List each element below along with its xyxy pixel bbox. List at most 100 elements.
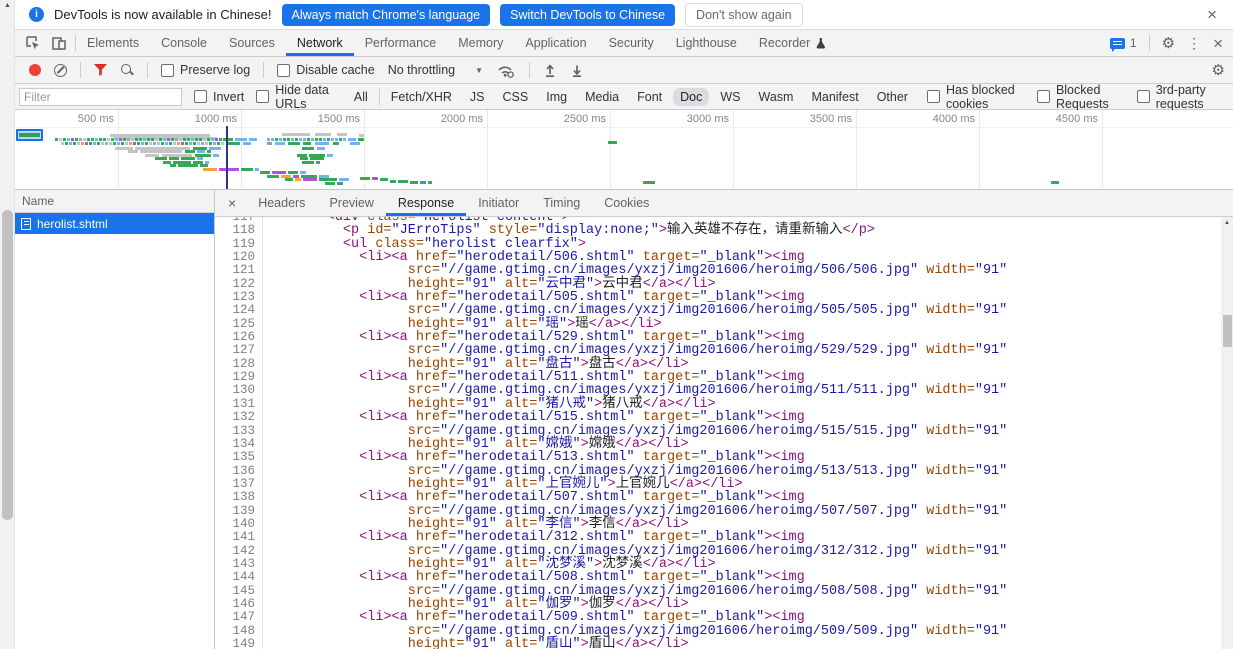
network-conditions-icon[interactable] — [496, 62, 516, 78]
detail-tab-initiator[interactable]: Initiator — [466, 190, 531, 216]
hide-data-urls-label: Hide data URLs — [275, 83, 335, 111]
checkbox[interactable] — [277, 64, 290, 77]
detail-close-icon[interactable]: × — [215, 190, 246, 216]
detail-tab-cookies[interactable]: Cookies — [592, 190, 661, 216]
kebab-menu-icon[interactable]: ⋮ — [1187, 36, 1201, 50]
waterfall-bar — [217, 142, 220, 145]
detail-tab-headers[interactable]: Headers — [246, 190, 317, 216]
filter-type-wasm[interactable]: Wasm — [752, 88, 801, 106]
waterfall-bar — [197, 157, 203, 160]
tab-lighthouse[interactable]: Lighthouse — [665, 30, 748, 56]
waterfall-bar — [147, 138, 150, 141]
name-column-header[interactable]: Name — [15, 190, 214, 213]
disable-cache-checkbox[interactable]: Disable cache — [277, 63, 375, 77]
checkbox[interactable] — [194, 90, 207, 103]
filter-type-other[interactable]: Other — [870, 88, 915, 106]
import-har-icon[interactable] — [543, 63, 557, 78]
scroll-up-arrow-icon[interactable]: ▲ — [0, 2, 15, 9]
search-icon[interactable] — [120, 63, 134, 77]
devtools-window: ▲ i DevTools is now available in Chinese… — [0, 0, 1233, 649]
preserve-log-checkbox[interactable]: Preserve log — [161, 63, 250, 77]
filter-type-manifest[interactable]: Manifest — [804, 88, 865, 106]
checkbox[interactable] — [256, 90, 269, 103]
tab-recorder[interactable]: Recorder — [748, 30, 836, 56]
throttling-dropdown[interactable]: No throttling ▼ — [388, 63, 483, 77]
checkbox[interactable] — [927, 90, 940, 103]
filter-type-font[interactable]: Font — [630, 88, 669, 106]
waterfall-bar — [75, 138, 78, 141]
waterfall-bar — [337, 182, 343, 185]
filter-input[interactable] — [19, 88, 182, 106]
waterfall-bar — [193, 142, 196, 145]
hide-data-urls-checkbox[interactable]: Hide data URLs — [256, 83, 335, 111]
tab-application[interactable]: Application — [514, 30, 597, 56]
filter-type-ws[interactable]: WS — [713, 88, 747, 106]
inspect-element-icon[interactable] — [25, 35, 41, 51]
response-scrollbar[interactable]: ▲ — [1221, 217, 1233, 649]
filter-type-img[interactable]: Img — [539, 88, 574, 106]
waterfall-bar — [73, 142, 76, 145]
switch-to-chinese-button[interactable]: Switch DevTools to Chinese — [500, 4, 675, 26]
load-event-line — [226, 126, 228, 189]
dont-show-again-button[interactable]: Don't show again — [685, 3, 803, 27]
waterfall-bar — [287, 138, 290, 141]
waterfall-bar — [123, 138, 126, 141]
filter-funnel-icon[interactable] — [94, 64, 107, 76]
divider — [529, 62, 530, 78]
filter-type-all[interactable]: All — [347, 88, 375, 106]
tab-console[interactable]: Console — [150, 30, 218, 56]
issues-counter[interactable]: 1 — [1110, 36, 1137, 50]
settings-gear-icon[interactable]: ⚙ — [1162, 36, 1175, 51]
page-scrollbar[interactable]: ▲ — [0, 0, 15, 649]
waterfall-bar — [310, 157, 324, 160]
export-har-icon[interactable] — [570, 63, 584, 78]
document-icon — [21, 218, 31, 230]
always-match-language-button[interactable]: Always match Chrome's language — [282, 4, 491, 26]
waterfall-bar — [339, 178, 349, 181]
clear-icon[interactable] — [54, 64, 67, 77]
line-number-gutter: 1171181191201211221231241251261271281291… — [215, 217, 263, 649]
checkbox[interactable] — [1037, 90, 1050, 103]
filter-type-doc[interactable]: Doc — [673, 88, 709, 106]
infobar-close-icon[interactable]: × — [1201, 5, 1223, 25]
response-scrollbar-thumb[interactable] — [1223, 315, 1232, 347]
checkbox[interactable] — [161, 64, 174, 77]
waterfall-bar — [316, 161, 320, 164]
waterfall-bar — [410, 181, 418, 184]
has-blocked-cookies-checkbox[interactable]: Has blocked cookies — [927, 83, 1025, 111]
waterfall-bar — [209, 147, 221, 150]
checkbox[interactable] — [1137, 90, 1150, 103]
waterfall-bar — [117, 142, 120, 145]
throttling-value: No throttling — [388, 63, 455, 77]
record-button[interactable] — [29, 64, 41, 76]
blocked-requests-checkbox[interactable]: Blocked Requests — [1037, 83, 1125, 111]
waterfall-bar — [205, 142, 208, 145]
page-scrollbar-thumb[interactable] — [2, 210, 13, 520]
detail-tab-preview[interactable]: Preview — [317, 190, 385, 216]
filter-type-fetch-xhr[interactable]: Fetch/XHR — [384, 88, 459, 106]
waterfall-bar — [173, 142, 176, 145]
detail-tab-timing[interactable]: Timing — [531, 190, 592, 216]
detail-tab-response[interactable]: Response — [386, 190, 466, 216]
invert-checkbox[interactable]: Invert — [194, 90, 244, 104]
filter-type-media[interactable]: Media — [578, 88, 626, 106]
waterfall-bar — [149, 142, 152, 145]
tab-elements[interactable]: Elements — [76, 30, 150, 56]
request-row-herolist.shtml[interactable]: herolist.shtml — [15, 213, 214, 234]
tab-security[interactable]: Security — [598, 30, 665, 56]
tab-network[interactable]: Network — [286, 30, 354, 56]
tab-performance[interactable]: Performance — [354, 30, 448, 56]
filter-type-css[interactable]: CSS — [496, 88, 536, 106]
preserve-log-label: Preserve log — [180, 63, 250, 77]
scroll-up-arrow-icon[interactable]: ▲ — [1221, 220, 1233, 226]
tab-memory[interactable]: Memory — [447, 30, 514, 56]
third-party-requests-checkbox[interactable]: 3rd-party requests — [1137, 83, 1225, 111]
devtools-close-icon[interactable]: × — [1213, 35, 1223, 52]
filter-type-js[interactable]: JS — [463, 88, 492, 106]
network-settings-gear-icon[interactable]: ⚙ — [1212, 63, 1225, 78]
device-toolbar-icon[interactable] — [51, 35, 67, 51]
tab-sources[interactable]: Sources — [218, 30, 286, 56]
waterfall-bar — [260, 171, 270, 174]
timeline-tick-label: 4500 ms — [1056, 113, 1098, 125]
network-overview-waterfall[interactable]: 500 ms1000 ms1500 ms2000 ms2500 ms3000 m… — [15, 110, 1233, 190]
